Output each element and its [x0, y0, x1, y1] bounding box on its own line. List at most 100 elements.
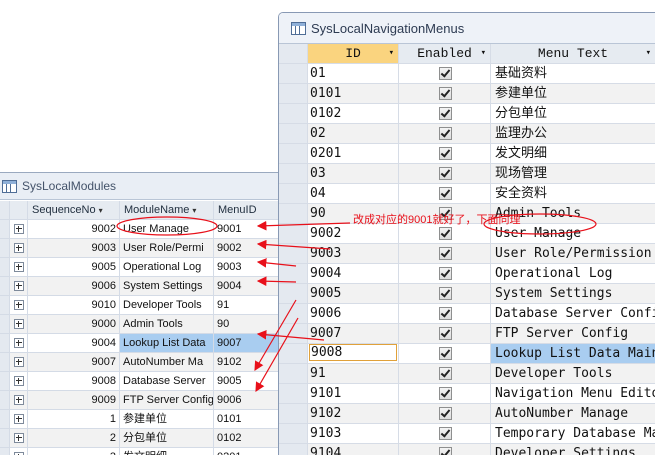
table-row[interactable]: 02 监理办公: [279, 124, 655, 144]
expand-row-cell[interactable]: [10, 353, 28, 371]
cell-enabled[interactable]: [399, 124, 491, 143]
sys-local-modules-titlebar[interactable]: SysLocalModules: [0, 173, 281, 200]
table-row[interactable]: 0102 分包单位: [279, 104, 655, 124]
cell-menu-text[interactable]: 基础资料: [491, 64, 655, 83]
cell-menuid[interactable]: 0102: [214, 429, 281, 447]
record-selector[interactable]: [279, 364, 308, 383]
table-row[interactable]: 9008 Lookup List Data Maint: [279, 344, 655, 364]
record-selector[interactable]: [279, 284, 308, 303]
cell-enabled[interactable]: [399, 324, 491, 343]
column-header-menuid[interactable]: MenuID: [214, 201, 281, 219]
enabled-checkbox[interactable]: [439, 267, 452, 280]
cell-modulename[interactable]: 分包单位: [120, 429, 214, 447]
table-row[interactable]: 91 Developer Tools: [279, 364, 655, 384]
cell-id[interactable]: 9103: [308, 424, 399, 443]
cell-sequenceno[interactable]: 9006: [28, 277, 120, 295]
cell-sequenceno[interactable]: 9002: [28, 220, 120, 238]
record-selector[interactable]: [279, 144, 308, 163]
cell-menu-text[interactable]: 分包单位: [491, 104, 655, 123]
table-row[interactable]: 9006 Database Server Config: [279, 304, 655, 324]
cell-sequenceno[interactable]: 9003: [28, 239, 120, 257]
column-header-id[interactable]: ID: [308, 44, 399, 63]
cell-menu-text[interactable]: Temporary Database Maint: [491, 424, 655, 443]
cell-menu-text[interactable]: AutoNumber Manage: [491, 404, 655, 423]
cell-enabled[interactable]: [399, 244, 491, 263]
record-selector[interactable]: [279, 104, 308, 123]
expand-row-cell[interactable]: [10, 258, 28, 276]
cell-sequenceno[interactable]: 9004: [28, 334, 120, 352]
cell-sequenceno[interactable]: 2: [28, 429, 120, 447]
cell-id[interactable]: 9102: [308, 404, 399, 423]
record-selector[interactable]: [279, 224, 308, 243]
cell-id[interactable]: 9005: [308, 284, 399, 303]
enabled-checkbox[interactable]: [439, 187, 452, 200]
cell-id[interactable]: 0102: [308, 104, 399, 123]
table-row[interactable]: 9000 Admin Tools 90: [0, 315, 281, 334]
record-selector[interactable]: [0, 353, 10, 371]
cell-id[interactable]: 9101: [308, 384, 399, 403]
table-row[interactable]: 9003 User Role/Permission: [279, 244, 655, 264]
column-header-enabled[interactable]: Enabled: [399, 44, 491, 63]
cell-menuid[interactable]: 9005: [214, 372, 281, 390]
cell-menu-text[interactable]: FTP Server Config: [491, 324, 655, 343]
column-header-sequenceno[interactable]: SequenceNo: [28, 201, 120, 219]
enabled-checkbox[interactable]: [439, 247, 452, 260]
enabled-checkbox[interactable]: [439, 127, 452, 140]
cell-id[interactable]: 02: [308, 124, 399, 143]
record-selector[interactable]: [0, 372, 10, 390]
record-selector[interactable]: [0, 277, 10, 295]
cell-menuid[interactable]: 9004: [214, 277, 281, 295]
record-selector[interactable]: [279, 164, 308, 183]
enabled-checkbox[interactable]: [439, 347, 452, 360]
record-selector[interactable]: [0, 258, 10, 276]
cell-modulename[interactable]: Operational Log: [120, 258, 214, 276]
cell-menu-text[interactable]: Developer Tools: [491, 364, 655, 383]
record-selector[interactable]: [279, 204, 308, 223]
table-row[interactable]: 9002 User Manage 9001: [0, 220, 281, 239]
enabled-checkbox[interactable]: [439, 327, 452, 340]
cell-id[interactable]: 9003: [308, 244, 399, 263]
cell-menu-text[interactable]: 安全资料: [491, 184, 655, 203]
table-row[interactable]: 9007 FTP Server Config: [279, 324, 655, 344]
table-row[interactable]: 9002 User Manage: [279, 224, 655, 244]
cell-menu-text[interactable]: Developer Settings: [491, 444, 655, 455]
table-row[interactable]: 9104 Developer Settings: [279, 444, 655, 455]
table-row[interactable]: 9007 AutoNumber Ma 9102: [0, 353, 281, 372]
cell-modulename[interactable]: Database Server: [120, 372, 214, 390]
cell-enabled[interactable]: [399, 304, 491, 323]
expand-plus-icon[interactable]: [14, 376, 24, 386]
expand-plus-icon[interactable]: [14, 262, 24, 272]
enabled-checkbox[interactable]: [439, 87, 452, 100]
enabled-checkbox[interactable]: [439, 407, 452, 420]
record-selector[interactable]: [0, 220, 10, 238]
expand-plus-icon[interactable]: [14, 433, 24, 443]
cell-enabled[interactable]: [399, 284, 491, 303]
table-row[interactable]: 9004 Operational Log: [279, 264, 655, 284]
table-row[interactable]: 9004 Lookup List Data 9007: [0, 334, 281, 353]
record-selector[interactable]: [0, 429, 10, 447]
cell-id[interactable]: 04: [308, 184, 399, 203]
cell-sequenceno[interactable]: 9000: [28, 315, 120, 333]
record-selector[interactable]: [279, 84, 308, 103]
cell-menuid[interactable]: 9002: [214, 239, 281, 257]
expand-row-cell[interactable]: [10, 239, 28, 257]
cell-modulename[interactable]: FTP Server Config: [120, 391, 214, 409]
record-selector[interactable]: [0, 391, 10, 409]
cell-menuid[interactable]: 9006: [214, 391, 281, 409]
cell-menuid[interactable]: 9102: [214, 353, 281, 371]
enabled-checkbox[interactable]: [439, 167, 452, 180]
cell-menu-text[interactable]: System Settings: [491, 284, 655, 303]
table-row[interactable]: 0201 发文明细: [279, 144, 655, 164]
expand-row-cell[interactable]: [10, 372, 28, 390]
expand-plus-icon[interactable]: [14, 319, 24, 329]
column-header-modulename[interactable]: ModuleName: [120, 201, 214, 219]
table-row[interactable]: 1 参建单位 0101: [0, 410, 281, 429]
cell-menuid[interactable]: 9007: [214, 334, 281, 352]
cell-enabled[interactable]: [399, 104, 491, 123]
cell-menu-text[interactable]: 参建单位: [491, 84, 655, 103]
table-row[interactable]: 9006 System Settings 9004: [0, 277, 281, 296]
cell-modulename[interactable]: User Role/Permi: [120, 239, 214, 257]
expand-plus-icon[interactable]: [14, 224, 24, 234]
table-row[interactable]: 9005 Operational Log 9003: [0, 258, 281, 277]
cell-modulename[interactable]: Developer Tools: [120, 296, 214, 314]
